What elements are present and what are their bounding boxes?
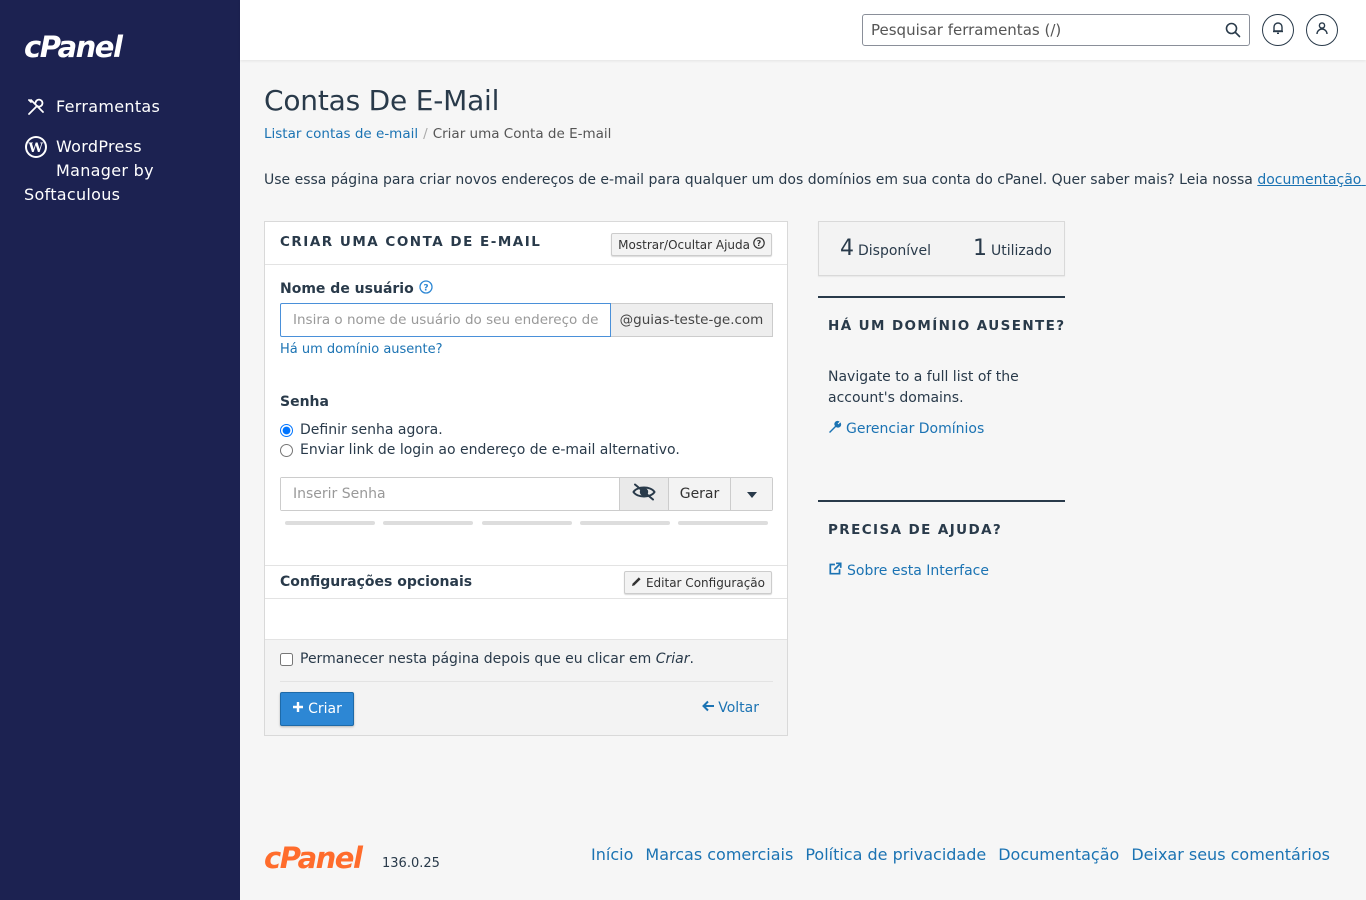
- sidebar: cPanel Ferramentas W WordPress Manager b…: [0, 0, 240, 900]
- sidebar-item-tools[interactable]: Ferramentas: [24, 95, 160, 119]
- toggle-help-button[interactable]: Mostrar/Ocultar Ajuda ?: [611, 233, 772, 256]
- panel-header: CRIAR UMA CONTA DE E-MAIL Mostrar/Oculta…: [265, 222, 787, 265]
- search-icon[interactable]: [1225, 22, 1241, 42]
- divider: [280, 681, 773, 682]
- password-strength-segment: [482, 521, 572, 525]
- wrench-icon: [828, 420, 842, 438]
- wordpress-icon: W: [24, 135, 48, 159]
- plus-icon: [292, 701, 304, 717]
- need-help-heading: PRECISA DE AJUDA?: [828, 522, 1003, 538]
- panel-footer: Permanecer nesta página depois que eu cl…: [265, 639, 787, 735]
- breadcrumb-separator: /: [423, 126, 428, 142]
- question-circle-icon: ?: [753, 237, 765, 252]
- radio-send-login-link[interactable]: Enviar link de login ao endereço de e-ma…: [280, 442, 680, 458]
- radio-set-password-input[interactable]: [280, 423, 293, 437]
- available-stat: 4 Disponível: [840, 236, 931, 261]
- sidebar-item-label-cont[interactable]: Softaculous: [24, 183, 120, 207]
- user-menu-button[interactable]: [1306, 14, 1338, 46]
- cpanel-logo[interactable]: cPanel: [24, 30, 123, 64]
- username-label: Nome de usuário ?: [280, 280, 433, 298]
- top-bar: [240, 0, 1366, 60]
- external-link-icon: [828, 561, 843, 580]
- breadcrumb-current: Criar uma Conta de E-mail: [432, 126, 612, 142]
- footer-cpanel-logo: cPanel: [264, 841, 363, 875]
- documentation-link[interactable]: documentação: [1257, 172, 1366, 188]
- password-strength-segment: [678, 521, 768, 525]
- sidebar-item-wordpress[interactable]: W WordPress Manager by: [24, 135, 224, 183]
- edit-settings-button[interactable]: Editar Configuração: [623, 571, 772, 594]
- missing-domain-heading: HÁ UM DOMÍNIO AUSENTE?: [828, 318, 1066, 334]
- divider: [818, 500, 1065, 502]
- domain-selector[interactable]: @guias-teste-ge.com: [611, 303, 773, 337]
- bell-icon: [1271, 21, 1285, 39]
- breadcrumb-link-list-accounts[interactable]: Listar contas de e-mail: [264, 126, 418, 142]
- account-stats: 4 Disponível 1 Utilizado: [818, 221, 1065, 276]
- create-button[interactable]: Criar: [280, 692, 354, 726]
- optional-settings-title: Configurações opcionais: [280, 574, 473, 590]
- help-icon[interactable]: ?: [419, 280, 433, 298]
- password-label: Senha: [280, 394, 329, 410]
- back-link[interactable]: Voltar: [702, 700, 759, 716]
- generate-password-button[interactable]: Gerar: [668, 478, 730, 510]
- tools-icon: [24, 95, 48, 119]
- svg-text:W: W: [28, 141, 44, 156]
- footer-links: Início Marcas comerciais Política de pri…: [591, 845, 1330, 864]
- footer-link-home[interactable]: Início: [591, 845, 633, 864]
- arrow-left-icon: [702, 700, 715, 716]
- stay-on-page-checkbox[interactable]: [280, 652, 293, 666]
- caret-down-icon: [746, 486, 757, 502]
- footer-link-feedback[interactable]: Deixar seus comentários: [1131, 845, 1330, 864]
- missing-domain-text: Navigate to a full list of the account's…: [828, 369, 1019, 406]
- radio-send-link-input[interactable]: [280, 443, 293, 457]
- create-account-panel: CRIAR UMA CONTA DE E-MAIL Mostrar/Oculta…: [264, 221, 788, 736]
- divider: [818, 296, 1065, 298]
- sidebar-item-label: Ferramentas: [56, 97, 161, 116]
- version-number: 136.0.25: [382, 856, 440, 871]
- about-interface-link[interactable]: Sobre esta Interface: [828, 561, 989, 580]
- toggle-password-visibility-button[interactable]: [619, 478, 668, 510]
- svg-text:?: ?: [757, 239, 762, 248]
- notifications-button[interactable]: [1262, 14, 1294, 46]
- intro-text: Use essa página para criar novos endereç…: [264, 171, 1366, 188]
- password-strength-segment: [285, 521, 375, 525]
- optional-settings-section: Configurações opcionais Editar Configura…: [265, 565, 787, 599]
- eye-slash-icon: [632, 483, 656, 505]
- password-input-group: Gerar: [280, 477, 773, 511]
- sidebar-item-label: WordPress Manager by: [56, 137, 154, 180]
- footer-link-documentation[interactable]: Documentação: [998, 845, 1119, 864]
- password-strength-segment: [383, 521, 473, 525]
- footer-link-privacy[interactable]: Política de privacidade: [805, 845, 986, 864]
- stay-on-page-option[interactable]: Permanecer nesta página depois que eu cl…: [280, 651, 694, 667]
- breadcrumb: Listar contas de e-mail / Criar uma Conta …: [264, 126, 611, 142]
- username-input[interactable]: [280, 303, 611, 337]
- pencil-icon: [631, 576, 642, 590]
- generate-options-dropdown[interactable]: [730, 478, 772, 510]
- page-title: Contas De E-Mail: [264, 84, 500, 117]
- password-strength-segment: [580, 521, 670, 525]
- search-input[interactable]: [863, 15, 1203, 45]
- missing-domain-link[interactable]: Há um domínio ausente?: [280, 342, 443, 357]
- manage-domains-link[interactable]: Gerenciar Domínios: [828, 420, 984, 438]
- password-input[interactable]: [281, 478, 619, 510]
- radio-set-password-now[interactable]: Definir senha agora.: [280, 422, 443, 438]
- panel-title: CRIAR UMA CONTA DE E-MAIL: [280, 234, 542, 250]
- footer-link-trademarks[interactable]: Marcas comerciais: [645, 845, 793, 864]
- used-stat: 1 Utilizado: [972, 236, 1052, 261]
- user-icon: [1315, 21, 1329, 39]
- search-box: [862, 14, 1250, 46]
- svg-text:?: ?: [423, 284, 428, 294]
